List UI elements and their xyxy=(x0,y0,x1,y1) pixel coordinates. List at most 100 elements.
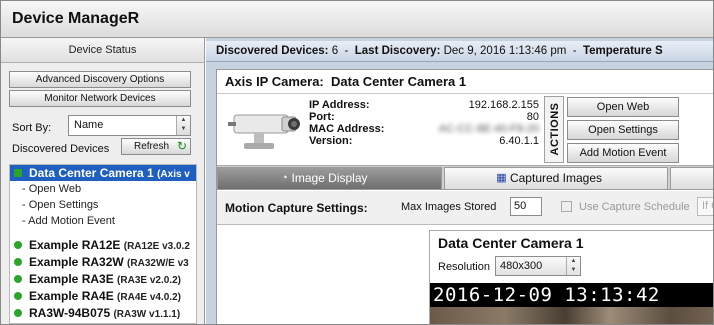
refresh-button[interactable]: Refresh ↻ xyxy=(121,138,191,155)
resolution-label: Resolution xyxy=(438,261,490,273)
sort-by-value: Name xyxy=(74,119,104,131)
schedule-condition-field[interactable]: If C xyxy=(697,197,713,216)
sub-action-add-motion-event[interactable]: - Add Motion Event xyxy=(22,215,115,227)
tab-image-display[interactable]: ◔ Image Display xyxy=(217,167,442,190)
tab-label: Captured Images xyxy=(509,171,603,185)
device-item-data-center-camera-1[interactable]: Data Center Camera 1 (Axis v xyxy=(10,165,196,183)
status-dot-icon xyxy=(14,241,22,249)
video-timestamp: 2016-12-09 13:13:42 xyxy=(430,283,713,307)
tab-label: Image Display xyxy=(291,171,368,185)
refresh-icon: ↻ xyxy=(176,139,187,153)
sub-action-open-web[interactable]: - Open Web xyxy=(22,183,81,195)
device-label: Example RA12E (RA12E v3.0.2 xyxy=(29,237,190,255)
main-content: Discovered Devices: 6 - Last Discovery: … xyxy=(206,38,713,324)
device-label: Example RA32W (RA32W/E v3 xyxy=(29,254,189,272)
mac-address-value: AC-CC-8E-40-F8-20 xyxy=(438,123,539,135)
left-sidebar: Device Status Advanced Discovery Options… xyxy=(1,38,205,324)
viewer-title: Data Center Camera 1 xyxy=(438,235,584,251)
separator: - xyxy=(344,45,349,57)
device-label: Data Center Camera 1 (Axis v xyxy=(29,165,190,183)
device-status-header: Device Status xyxy=(1,38,204,63)
temperature-label: Temperature S xyxy=(582,45,663,57)
device-name: Example RA32W xyxy=(29,255,124,269)
device-info: (Axis v xyxy=(157,169,190,180)
title-bar: Device ManageR xyxy=(1,1,713,38)
tab-bar: ◔ Image Display ▦ Captured Images xyxy=(217,165,713,190)
device-manager-window: Device ManageR Device Status Advanced Di… xyxy=(0,0,714,325)
version-value: 6.40.1.1 xyxy=(499,135,539,147)
app-title: Device ManageR xyxy=(12,10,140,27)
status-dot-icon xyxy=(14,258,22,266)
device-item-ra32w[interactable]: Example RA32W (RA32W/E v3 xyxy=(10,254,196,272)
max-images-label: Max Images Stored xyxy=(401,201,497,213)
camera-type-label: Axis IP Camera: xyxy=(225,74,324,89)
device-name: Example RA4E xyxy=(29,289,114,303)
last-discovery-value: Dec 9, 2016 1:13:46 pm xyxy=(443,45,567,57)
device-item-ra3e[interactable]: Example RA3E (RA3E v2.0.2) xyxy=(10,271,196,289)
camera-name: Data Center Camera 1 xyxy=(331,74,467,89)
device-item-ra4e[interactable]: Example RA4E (RA4E v4.0.2) xyxy=(10,288,196,306)
camera-viewer: Data Center Camera 1 Resolution 480x300 … xyxy=(429,230,713,324)
use-capture-schedule-label: Use Capture Schedule xyxy=(579,201,690,213)
motion-capture-settings: Motion Capture Settings: Max Images Stor… xyxy=(217,191,713,225)
sub-action-open-settings[interactable]: - Open Settings xyxy=(22,199,98,211)
resolution-select[interactable]: 480x300 ▲ ▼ xyxy=(495,256,581,276)
sort-by-label: Sort By: xyxy=(12,122,52,134)
resolution-value: 480x300 xyxy=(500,260,543,272)
discovered-devices-count: 6 xyxy=(331,45,339,57)
tab-captured-images[interactable]: ▦ Captured Images xyxy=(444,167,668,190)
add-motion-event-button[interactable]: Add Motion Event xyxy=(567,143,679,163)
updown-arrow-icon: ▲ ▼ xyxy=(176,116,190,135)
grid-icon: ▦ xyxy=(496,172,507,184)
monitor-network-button[interactable]: Monitor Network Devices xyxy=(9,90,191,107)
device-name: Example RA12E xyxy=(29,238,121,252)
image-icon: ◔ xyxy=(281,172,288,184)
open-web-button[interactable]: Open Web xyxy=(567,97,679,117)
mac-address-label: MAC Address: xyxy=(309,123,385,135)
port-value: 80 xyxy=(526,111,539,123)
device-name: Data Center Camera 1 xyxy=(29,166,154,180)
device-info: (RA32W/E v3 xyxy=(127,258,189,269)
device-item-ra3w-94b075[interactable]: RA3W-94B075 (RA3W v1.1.1) xyxy=(10,305,196,323)
device-name: RA3W-94B075 xyxy=(29,306,111,320)
ip-address-label: IP Address: xyxy=(309,99,370,111)
device-label: Example RA4E (RA4E v4.0.2) xyxy=(29,288,181,306)
camera-properties: IP Address: 192.168.2.155 Port: 80 MAC Add… xyxy=(309,99,539,147)
actions-label: ACTIONS xyxy=(549,102,561,156)
device-info: (RA3W v1.1.1) xyxy=(113,309,181,320)
open-settings-button[interactable]: Open Settings xyxy=(567,120,679,140)
device-item-ra12e[interactable]: Example RA12E (RA12E v3.0.2 xyxy=(10,237,196,255)
status-dot-icon xyxy=(14,169,22,177)
discovered-devices-label: Discovered Devices: xyxy=(216,45,329,57)
device-detail-panel: Axis IP Camera: Data Center Camera 1 IP … xyxy=(216,69,713,324)
device-info: (RA4E v4.0.2) xyxy=(117,292,181,303)
discovered-devices-label: Discovered Devices xyxy=(12,143,110,155)
separator: - xyxy=(572,45,577,57)
device-name: Example RA3E xyxy=(29,272,114,286)
device-list[interactable]: Data Center Camera 1 (Axis v - Open Web … xyxy=(9,164,197,324)
discovery-status-bar: Discovered Devices: 6 - Last Discovery: … xyxy=(206,41,713,62)
motion-capture-settings-label: Motion Capture Settings: xyxy=(225,201,368,215)
updown-arrow-icon: ▲ ▼ xyxy=(566,257,580,275)
sort-by-select[interactable]: Name ▲ ▼ xyxy=(68,115,191,136)
port-label: Port: xyxy=(309,111,335,123)
ip-address-value: 192.168.2.155 xyxy=(468,99,539,111)
last-discovery-label: Last Discovery: xyxy=(354,45,441,57)
status-dot-icon xyxy=(14,309,22,317)
camera-image-icon xyxy=(224,97,304,159)
advanced-discovery-button[interactable]: Advanced Discovery Options xyxy=(9,71,191,88)
device-label: Example RA3E (RA3E v2.0.2) xyxy=(29,271,181,289)
camera-video-feed: 2016-12-09 13:13:42 xyxy=(430,283,713,324)
status-dot-icon xyxy=(14,292,22,300)
use-capture-schedule-checkbox[interactable] xyxy=(561,201,572,212)
device-label: RA3W-94B075 (RA3W v1.1.1) xyxy=(29,305,180,323)
tab-overflow[interactable] xyxy=(670,167,713,190)
max-images-input[interactable]: 50 xyxy=(510,197,542,216)
device-detail-header: Axis IP Camera: Data Center Camera 1 xyxy=(217,70,713,94)
device-info: (RA12E v3.0.2 xyxy=(123,241,190,252)
actions-label-box: ACTIONS xyxy=(544,96,564,163)
refresh-label: Refresh xyxy=(134,141,170,152)
version-label: Version: xyxy=(309,135,353,147)
video-frame xyxy=(430,307,713,324)
device-info: (RA3E v2.0.2) xyxy=(117,275,181,286)
